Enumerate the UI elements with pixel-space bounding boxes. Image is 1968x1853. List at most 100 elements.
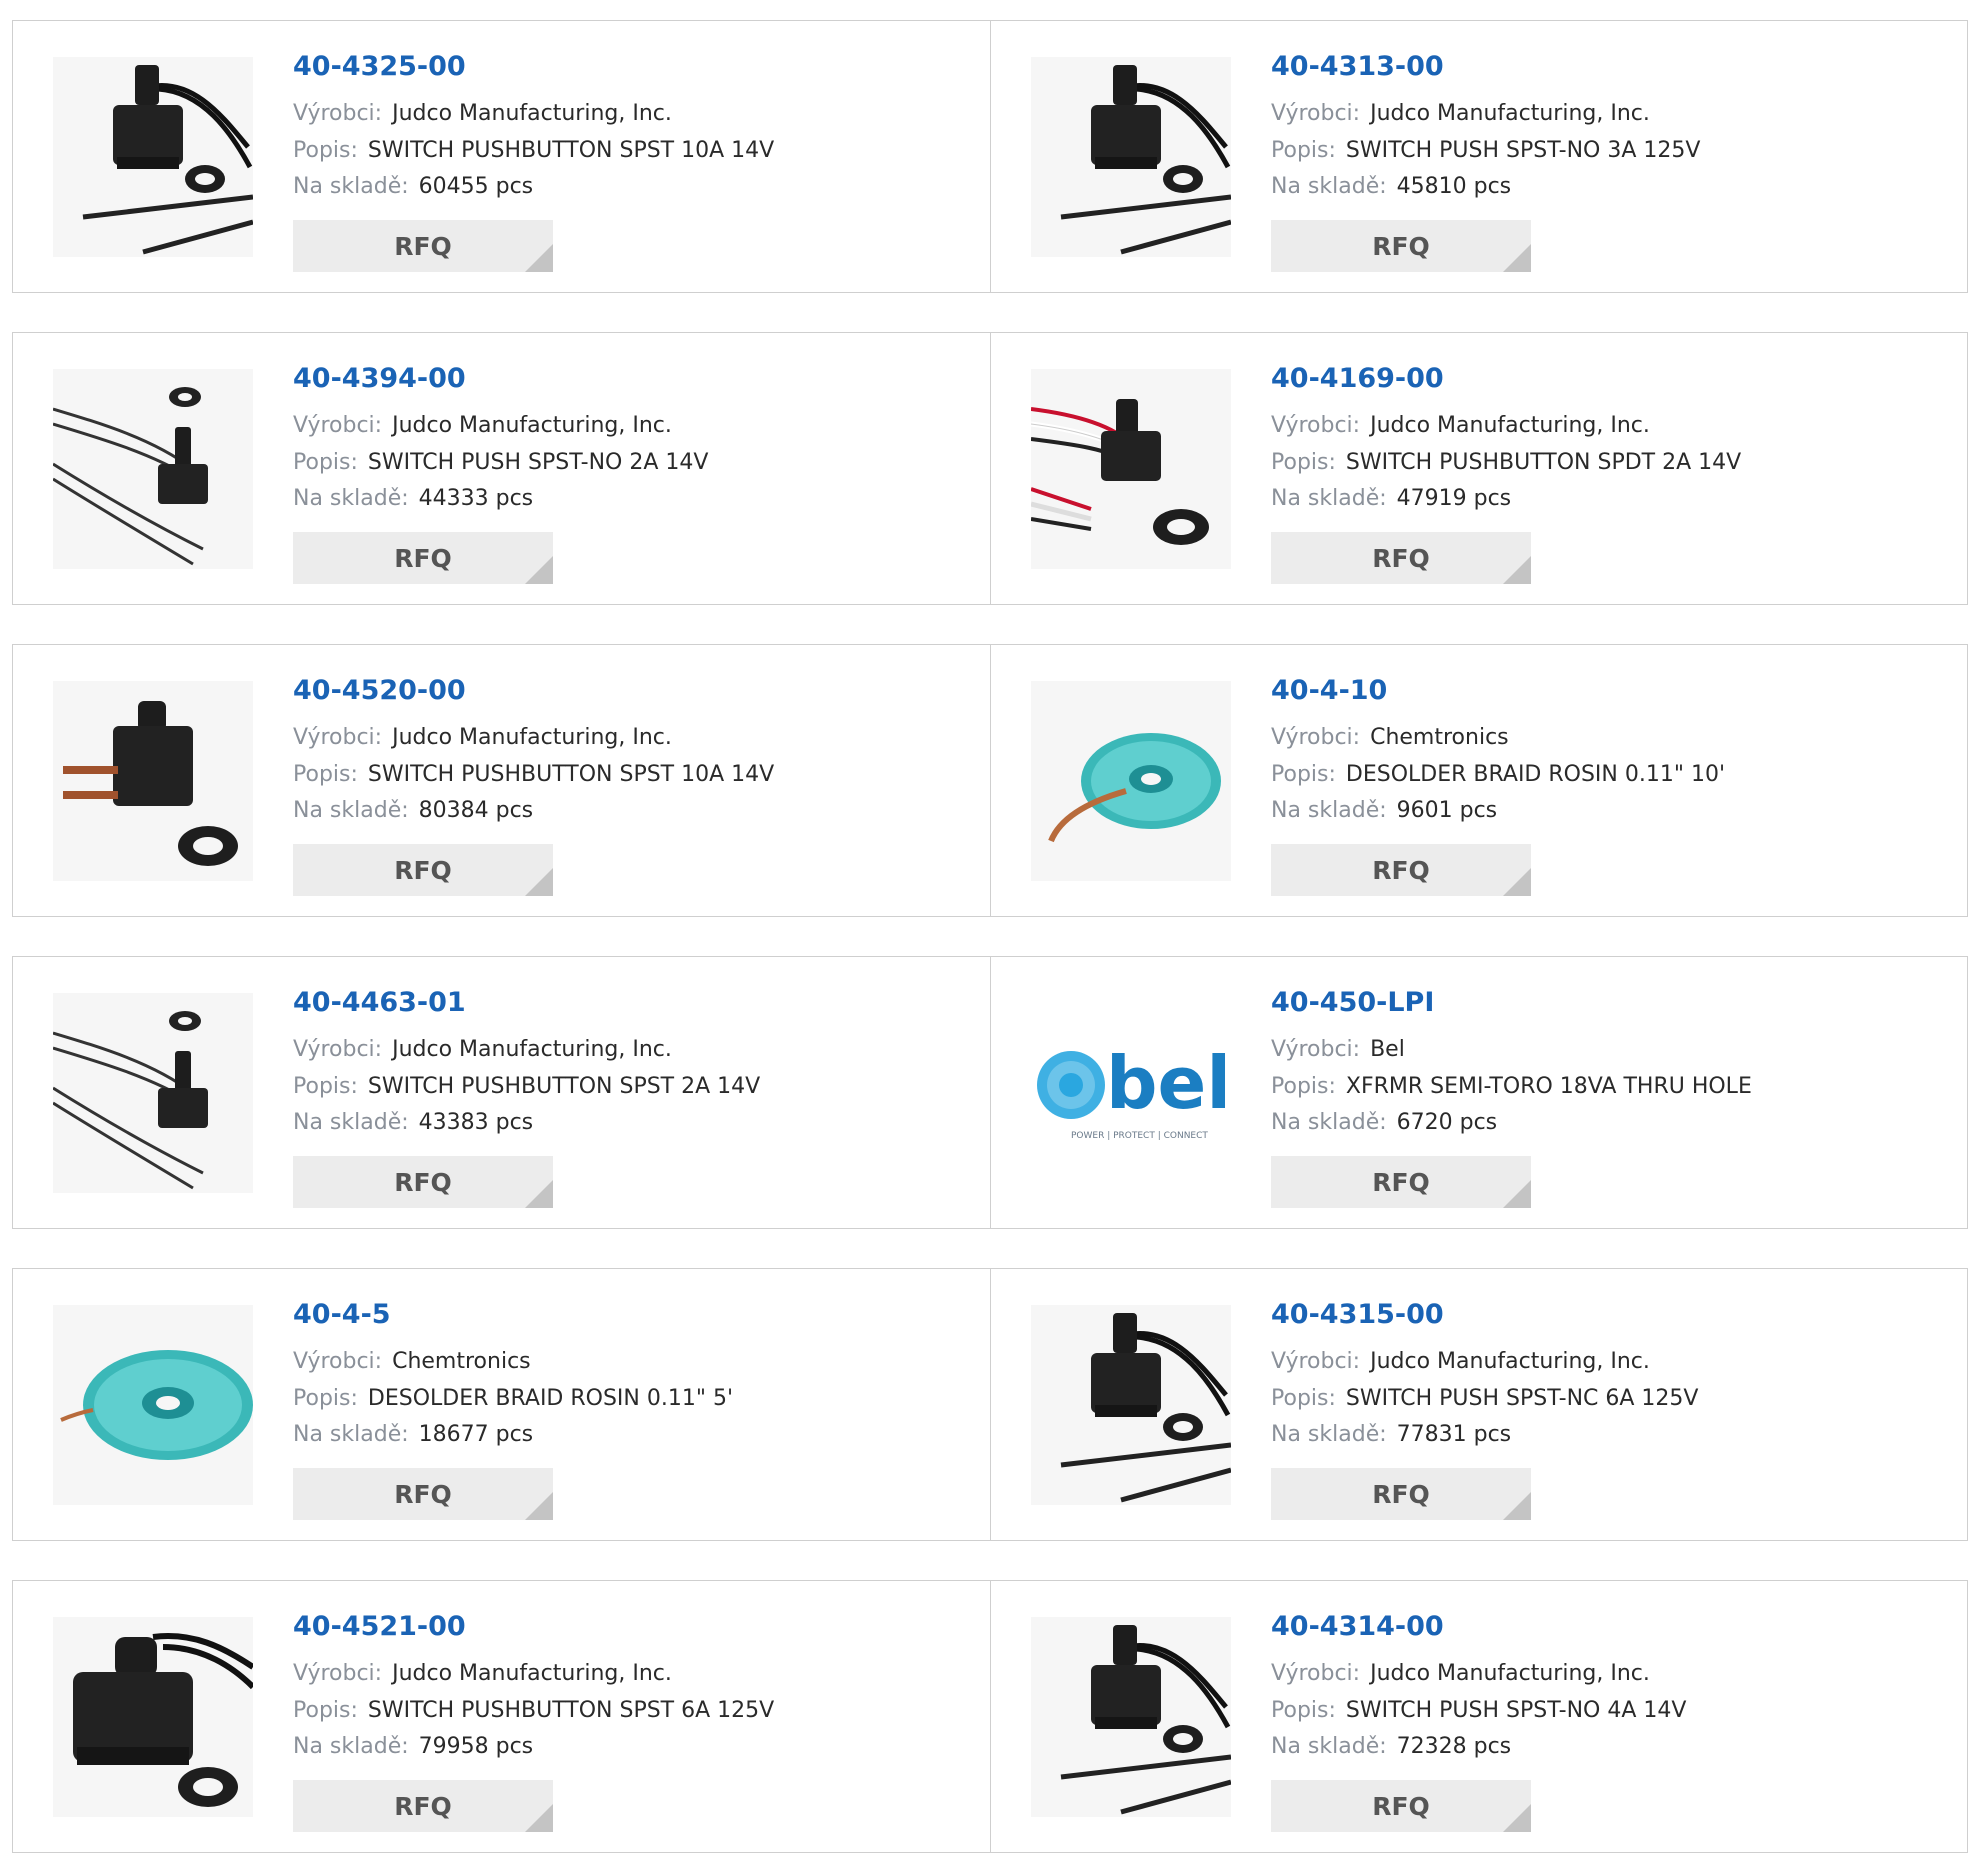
stock-label: Na skladě: xyxy=(1271,174,1387,199)
product-image-pushbutton-switch-wired[interactable] xyxy=(53,57,254,257)
description-value: SWITCH PUSH SPST-NO 4A 14V xyxy=(1345,1698,1687,1723)
rfq-button[interactable]: RFQ xyxy=(1271,532,1531,584)
stock-value: 43383 pcs xyxy=(418,1110,534,1135)
product-row: 40-4325-00 Výrobci: Judco Manufacturing, … xyxy=(12,20,1968,293)
description-value: SWITCH PUSH SPST-NO 3A 125V xyxy=(1345,138,1701,163)
product-image-pushbutton-switch-small[interactable] xyxy=(52,993,253,1193)
manufacturer-row: Výrobci: Judco Manufacturing, Inc. xyxy=(1271,413,1650,438)
product-card: 40-4521-00 Výrobci: Judco Manufacturing, … xyxy=(13,1581,990,1852)
manufacturer-label: Výrobci: xyxy=(293,1037,383,1062)
product-row: 40-4463-01 Výrobci: Judco Manufacturing, … xyxy=(12,956,1968,1229)
product-image-pushbutton-switch-large[interactable] xyxy=(53,1617,256,1817)
product-card: 40-4313-00 Výrobci: Judco Manufacturing, … xyxy=(990,21,1968,292)
stock-label: Na skladě: xyxy=(1271,486,1387,511)
stock-value: 9601 pcs xyxy=(1396,798,1498,823)
product-part-number-link[interactable]: 40-4313-00 xyxy=(1271,51,1444,82)
manufacturer-label: Výrobci: xyxy=(1271,1349,1361,1374)
product-card: bel POWER | PROTECT | CONNECT 40-450-LPI … xyxy=(990,957,1968,1228)
product-image-pushbutton-switch-colored-wires[interactable] xyxy=(1030,369,1231,569)
product-part-number-link[interactable]: 40-4-10 xyxy=(1271,675,1387,706)
product-part-number-link[interactable]: 40-4520-00 xyxy=(293,675,466,706)
description-row: Popis: SWITCH PUSHBUTTON SPST 10A 14V xyxy=(293,138,774,163)
product-part-number-link[interactable]: 40-4325-00 xyxy=(293,51,466,82)
manufacturer-label: Výrobci: xyxy=(1271,1037,1361,1062)
manufacturer-value: Judco Manufacturing, Inc. xyxy=(1370,101,1650,126)
description-label: Popis: xyxy=(1271,450,1336,475)
stock-value: 80384 pcs xyxy=(418,798,534,823)
bel-tagline: POWER | PROTECT | CONNECT xyxy=(1071,1131,1208,1141)
rfq-button[interactable]: RFQ xyxy=(1271,220,1531,272)
manufacturer-row: Výrobci: Chemtronics xyxy=(293,1349,531,1374)
description-label: Popis: xyxy=(1271,1074,1336,1099)
rfq-button[interactable]: RFQ xyxy=(293,532,553,584)
stock-label: Na skladě: xyxy=(293,1422,409,1447)
rfq-button[interactable]: RFQ xyxy=(293,1156,553,1208)
description-label: Popis: xyxy=(293,1074,358,1099)
manufacturer-label: Výrobci: xyxy=(293,413,383,438)
product-card: 40-4314-00 Výrobci: Judco Manufacturing, … xyxy=(990,1581,1968,1852)
stock-row: Na skladě: 6720 pcs xyxy=(1271,1110,1497,1135)
rfq-button[interactable]: RFQ xyxy=(1271,1468,1531,1520)
manufacturer-value: Chemtronics xyxy=(392,1349,531,1374)
description-label: Popis: xyxy=(293,138,358,163)
rfq-button[interactable]: RFQ xyxy=(293,1468,553,1520)
stock-value: 47919 pcs xyxy=(1396,486,1512,511)
product-image-pushbutton-switch-tabs[interactable] xyxy=(53,681,253,881)
product-part-number-link[interactable]: 40-4-5 xyxy=(293,1299,391,1330)
manufacturer-row: Výrobci: Judco Manufacturing, Inc. xyxy=(293,725,672,750)
rfq-button[interactable]: RFQ xyxy=(293,1780,553,1832)
description-row: Popis: SWITCH PUSHBUTTON SPST 2A 14V xyxy=(293,1074,760,1099)
product-part-number-link[interactable]: 40-4394-00 xyxy=(293,363,466,394)
product-part-number-link[interactable]: 40-4169-00 xyxy=(1271,363,1444,394)
product-image-desolder-braid-spool[interactable] xyxy=(1031,681,1231,881)
product-part-number-link[interactable]: 40-450-LPI xyxy=(1271,987,1434,1018)
manufacturer-value: Judco Manufacturing, Inc. xyxy=(1370,413,1650,438)
stock-row: Na skladě: 44333 pcs xyxy=(293,486,533,511)
stock-row: Na skladě: 79958 pcs xyxy=(293,1734,533,1759)
manufacturer-value: Judco Manufacturing, Inc. xyxy=(392,101,672,126)
description-value: SWITCH PUSH SPST-NC 6A 125V xyxy=(1345,1386,1699,1411)
stock-row: Na skladě: 47919 pcs xyxy=(1271,486,1511,511)
stock-label: Na skladě: xyxy=(293,1734,409,1759)
rfq-button[interactable]: RFQ xyxy=(1271,1156,1531,1208)
product-row: 40-4394-00 Výrobci: Judco Manufacturing, … xyxy=(12,332,1968,605)
product-part-number-link[interactable]: 40-4314-00 xyxy=(1271,1611,1444,1642)
product-image-pushbutton-switch-wired[interactable] xyxy=(1031,1305,1232,1505)
stock-value: 77831 pcs xyxy=(1396,1422,1512,1447)
stock-label: Na skladě: xyxy=(293,486,409,511)
stock-value: 44333 pcs xyxy=(418,486,534,511)
stock-row: Na skladě: 77831 pcs xyxy=(1271,1422,1511,1447)
product-card: 40-4169-00 Výrobci: Judco Manufacturing, … xyxy=(990,333,1968,604)
stock-value: 60455 pcs xyxy=(418,174,534,199)
stock-row: Na skladě: 45810 pcs xyxy=(1271,174,1511,199)
description-value: SWITCH PUSHBUTTON SPST 6A 125V xyxy=(367,1698,775,1723)
product-image-pushbutton-switch-wired[interactable] xyxy=(1031,57,1232,257)
manufacturer-value: Chemtronics xyxy=(1370,725,1509,750)
description-label: Popis: xyxy=(293,450,358,475)
manufacturer-value: Judco Manufacturing, Inc. xyxy=(1370,1661,1650,1686)
manufacturer-value: Judco Manufacturing, Inc. xyxy=(1370,1349,1650,1374)
rfq-button[interactable]: RFQ xyxy=(293,220,553,272)
manufacturer-row: Výrobci: Chemtronics xyxy=(1271,725,1509,750)
manufacturer-label: Výrobci: xyxy=(1271,725,1361,750)
product-image-pushbutton-switch-wired[interactable] xyxy=(1031,1617,1232,1817)
description-row: Popis: SWITCH PUSHBUTTON SPDT 2A 14V xyxy=(1271,450,1741,475)
rfq-button[interactable]: RFQ xyxy=(1271,1780,1531,1832)
description-row: Popis: DESOLDER BRAID ROSIN 0.11" 5' xyxy=(293,1386,733,1411)
manufacturer-label: Výrobci: xyxy=(1271,101,1361,126)
description-value: SWITCH PUSHBUTTON SPST 2A 14V xyxy=(367,1074,761,1099)
product-image-bel-logo[interactable]: bel POWER | PROTECT | CONNECT xyxy=(1031,993,1231,1193)
rfq-button[interactable]: RFQ xyxy=(1271,844,1531,896)
product-image-pushbutton-switch-small[interactable] xyxy=(52,369,253,569)
product-image-desolder-braid-spool[interactable] xyxy=(53,1305,253,1505)
manufacturer-label: Výrobci: xyxy=(293,725,383,750)
manufacturer-label: Výrobci: xyxy=(293,101,383,126)
description-label: Popis: xyxy=(293,762,358,787)
stock-row: Na skladě: 43383 pcs xyxy=(293,1110,533,1135)
rfq-button[interactable]: RFQ xyxy=(293,844,553,896)
product-part-number-link[interactable]: 40-4315-00 xyxy=(1271,1299,1444,1330)
description-row: Popis: SWITCH PUSH SPST-NO 2A 14V xyxy=(293,450,708,475)
product-part-number-link[interactable]: 40-4463-01 xyxy=(293,987,466,1018)
product-part-number-link[interactable]: 40-4521-00 xyxy=(293,1611,466,1642)
stock-value: 6720 pcs xyxy=(1396,1110,1498,1135)
